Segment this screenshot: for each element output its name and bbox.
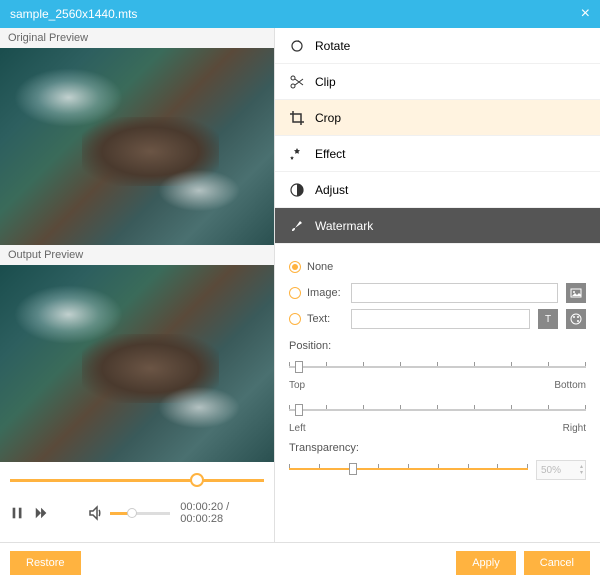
right-label: Right	[563, 423, 586, 434]
position-label: Position:	[289, 340, 586, 352]
radio-image-label: Image:	[307, 287, 345, 299]
volume-slider[interactable]	[110, 512, 170, 515]
tool-clip[interactable]: Clip	[275, 64, 600, 100]
radio-text[interactable]	[289, 313, 301, 325]
tool-crop[interactable]: Crop	[275, 100, 600, 136]
font-button[interactable]: T	[538, 309, 558, 329]
image-path-input[interactable]	[351, 283, 558, 303]
tool-effect-label: Effect	[315, 147, 345, 161]
rotate-icon	[289, 38, 305, 54]
tool-rotate[interactable]: Rotate	[275, 28, 600, 64]
text-input[interactable]	[351, 309, 530, 329]
original-preview	[0, 48, 274, 245]
tool-crop-label: Crop	[315, 111, 341, 125]
color-button[interactable]	[566, 309, 586, 329]
vertical-position-slider[interactable]	[289, 356, 586, 380]
adjust-icon	[289, 182, 305, 198]
effect-icon	[289, 146, 305, 162]
tool-watermark-label: Watermark	[315, 219, 373, 233]
browse-image-button[interactable]	[566, 283, 586, 303]
close-icon[interactable]: ×	[581, 5, 590, 23]
scissors-icon	[289, 74, 305, 90]
output-preview	[0, 265, 274, 462]
tool-adjust[interactable]: Adjust	[275, 172, 600, 208]
restore-button[interactable]: Restore	[10, 551, 81, 575]
tool-watermark[interactable]: Watermark	[275, 208, 600, 244]
cancel-button[interactable]: Cancel	[524, 551, 590, 575]
original-preview-label: Original Preview	[0, 28, 274, 48]
window-title: sample_2560x1440.mts	[10, 7, 137, 21]
output-preview-label: Output Preview	[0, 245, 274, 265]
top-label: Top	[289, 380, 305, 391]
left-label: Left	[289, 423, 306, 434]
radio-text-label: Text:	[307, 313, 345, 325]
transparency-slider[interactable]	[289, 458, 528, 482]
bottom-label: Bottom	[554, 380, 586, 391]
apply-button[interactable]: Apply	[456, 551, 516, 575]
tool-adjust-label: Adjust	[315, 183, 348, 197]
transparency-value[interactable]: 50%	[536, 460, 586, 480]
brush-icon	[289, 218, 305, 234]
tool-clip-label: Clip	[315, 75, 336, 89]
pause-button[interactable]	[10, 505, 24, 521]
fast-forward-button[interactable]	[34, 505, 48, 521]
volume-icon[interactable]	[88, 505, 104, 521]
radio-none[interactable]	[289, 261, 301, 273]
horizontal-position-slider[interactable]	[289, 399, 586, 423]
crop-icon	[289, 110, 305, 126]
seek-slider[interactable]	[10, 470, 264, 490]
time-display: 00:00:20 / 00:00:28	[180, 501, 264, 525]
tool-effect[interactable]: Effect	[275, 136, 600, 172]
tool-rotate-label: Rotate	[315, 39, 350, 53]
transparency-label: Transparency:	[289, 442, 586, 454]
radio-none-label: None	[307, 261, 333, 273]
radio-image[interactable]	[289, 287, 301, 299]
